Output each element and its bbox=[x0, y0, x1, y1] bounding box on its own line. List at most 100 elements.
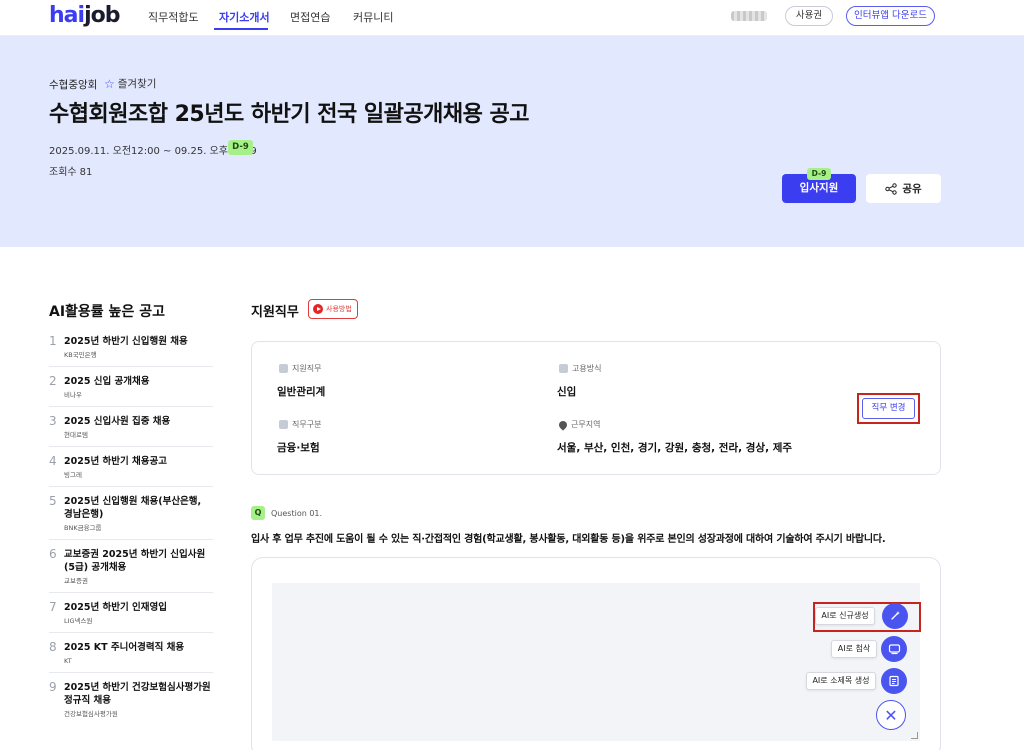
list-item-number: 4 bbox=[49, 454, 57, 468]
popular-postings-list: 1 2025년 하반기 신입행원 채용 KB국민은행 2 2025 신입 공개채용 비나… bbox=[49, 327, 213, 725]
list-item-number: 8 bbox=[49, 640, 57, 654]
section-title-applied-job: 지원직무 bbox=[251, 305, 299, 320]
star-icon: ☆ bbox=[104, 76, 115, 91]
magic-wand-icon bbox=[891, 611, 900, 620]
job-icon bbox=[279, 364, 288, 373]
question-number: Question 01. bbox=[271, 508, 323, 518]
list-item-number: 7 bbox=[49, 600, 57, 614]
ai-review-label[interactable]: AI로 첨삭 bbox=[831, 640, 877, 658]
d-day-badge: D-9 bbox=[228, 140, 253, 155]
top-navigation-bar: haijob 직무적합도 자기소개서 면접연습 커뮤니티 사용권 인터뷰앱 다운… bbox=[0, 0, 1024, 36]
list-item-title: 2025 신입 공개채용 bbox=[64, 376, 150, 387]
view-count: 조회수 81 bbox=[49, 163, 92, 178]
location-label-text: 근무지역 bbox=[571, 420, 601, 429]
list-item-title: 2025년 하반기 건강보험심사평가원 정규직 채용 bbox=[64, 682, 211, 706]
calendar-icon bbox=[559, 364, 568, 373]
category-field-value: 금융·보험 bbox=[277, 442, 320, 454]
category-label-text: 직무구분 bbox=[292, 420, 322, 429]
change-job-button[interactable]: 직무 변경 bbox=[862, 398, 915, 419]
list-item[interactable]: 3 2025 신입사원 집중 채용현대로템 bbox=[49, 407, 213, 447]
logo-text-job: job bbox=[84, 3, 120, 28]
list-item-title: 교보증권 2025년 하반기 신입사원(5급) 공개채용 bbox=[64, 549, 206, 573]
nav-cover-letter[interactable]: 자기소개서 bbox=[219, 9, 270, 25]
list-item-company: 빙그레 bbox=[64, 471, 82, 479]
category-field-label: 직무구분 bbox=[279, 419, 321, 430]
list-item-title: 2025년 신입행원 채용(부산은행, 경남은행) bbox=[64, 496, 202, 520]
list-item-company: 건강보험심사평가원 bbox=[64, 710, 118, 718]
list-item-title: 2025 KT 주니어경력직 채용 bbox=[64, 642, 185, 653]
location-pin-icon bbox=[557, 418, 569, 431]
job-field-value: 일반관리계 bbox=[277, 386, 326, 398]
list-item-company: KT bbox=[64, 657, 72, 665]
favorite-button[interactable]: ☆ 즐겨찾기 bbox=[104, 76, 156, 91]
location-field-label: 근무지역 bbox=[557, 418, 601, 431]
list-item[interactable]: 5 2025년 신입행원 채용(부산은행, 경남은행) BNK금융그룹 bbox=[49, 487, 213, 540]
answer-card: AI로 신규생성 AI로 첨삭 AI로 소제목 생성 ✕ bbox=[251, 557, 941, 750]
resize-handle-icon[interactable] bbox=[911, 732, 918, 739]
list-item-company: 현대로템 bbox=[64, 431, 88, 439]
ai-generate-label[interactable]: AI로 신규생성 bbox=[815, 607, 875, 625]
ai-subtitle-button[interactable] bbox=[881, 668, 907, 694]
list-item-company: 비나우 bbox=[64, 391, 82, 399]
list-item-number: 5 bbox=[49, 494, 57, 508]
document-icon bbox=[889, 675, 899, 687]
company-name[interactable]: 수협중앙회 bbox=[49, 77, 97, 92]
share-icon bbox=[885, 182, 898, 195]
list-item-number: 6 bbox=[49, 547, 57, 561]
job-field-label: 지원직무 bbox=[279, 363, 321, 374]
share-label: 공유 bbox=[902, 183, 922, 195]
list-item-title: 2025년 하반기 채용공고 bbox=[64, 456, 167, 467]
list-item[interactable]: 7 2025년 하반기 인재영입 LIG넥스원 bbox=[49, 593, 213, 633]
list-item-title: 2025 신입사원 집중 채용 bbox=[64, 416, 171, 427]
list-item-company: BNK금융그룹 bbox=[64, 524, 102, 532]
question-header: Q Question 01. bbox=[251, 506, 322, 520]
view-count-value: 81 bbox=[79, 167, 93, 178]
howto-button[interactable]: 사용방법 bbox=[308, 299, 358, 319]
question-badge: Q bbox=[251, 506, 265, 520]
posting-title: 수협회원조합 25년도 하반기 전국 일괄공개채용 공고 bbox=[49, 102, 529, 127]
view-count-label: 조회수 bbox=[49, 167, 77, 178]
list-item-title: 2025년 하반기 인재영입 bbox=[64, 602, 167, 613]
list-item-number: 9 bbox=[49, 680, 57, 694]
employment-field-label: 고용방식 bbox=[559, 363, 601, 374]
download-app-button[interactable]: 인터뷰앱 다운로드 bbox=[846, 6, 935, 26]
job-posting-hero: 수협중앙회 ☆ 즐겨찾기 수협회원조합 25년도 하반기 전국 일괄공개채용 공… bbox=[0, 36, 1024, 247]
list-item[interactable]: 2 2025 신입 공개채용비나우 bbox=[49, 367, 213, 407]
list-item[interactable]: 4 2025년 하반기 채용공고빙그레 bbox=[49, 447, 213, 487]
haijob-logo[interactable]: haijob bbox=[49, 3, 120, 28]
posting-period: 2025.09.11. 오전12:00 ~ 09.25. 오후11:59 bbox=[49, 146, 257, 157]
list-item-number: 2 bbox=[49, 374, 57, 388]
list-item[interactable]: 8 2025 KT 주니어경력직 채용 KT bbox=[49, 633, 213, 673]
ai-generate-button[interactable] bbox=[882, 603, 908, 629]
user-name-blurred[interactable] bbox=[731, 11, 767, 21]
person-icon bbox=[279, 420, 288, 429]
list-item-number: 1 bbox=[49, 334, 57, 348]
change-job-highlight: 직무 변경 bbox=[857, 393, 920, 424]
howto-label: 사용방법 bbox=[326, 305, 352, 313]
ai-review-button[interactable] bbox=[881, 636, 907, 662]
location-field-value: 서울, 부산, 인천, 경기, 강원, 충청, 전라, 경상, 제주 bbox=[557, 442, 793, 454]
close-ai-menu-button[interactable]: ✕ bbox=[876, 700, 906, 730]
list-item[interactable]: 6 교보증권 2025년 하반기 신입사원(5급) 공개채용교보증권 bbox=[49, 540, 213, 593]
youtube-play-icon bbox=[313, 304, 323, 314]
nav-community[interactable]: 커뮤니티 bbox=[353, 9, 393, 25]
active-nav-underline bbox=[214, 28, 268, 30]
list-item-company: LIG넥스원 bbox=[64, 617, 93, 625]
list-item-number: 3 bbox=[49, 414, 57, 428]
ai-subtitle-label[interactable]: AI로 소제목 생성 bbox=[806, 672, 876, 690]
list-item-company: 교보증권 bbox=[64, 577, 88, 585]
question-text: 입사 후 업무 추진에 도움이 될 수 있는 직·간접적인 경험(학교생활, 봉… bbox=[251, 534, 886, 545]
sidebar-title: AI활용률 높은 공고 bbox=[49, 304, 165, 320]
favorite-label: 즐겨찾기 bbox=[117, 78, 157, 90]
share-button[interactable]: 공유 bbox=[866, 174, 941, 203]
nav-job-fit[interactable]: 직무적합도 bbox=[148, 9, 199, 25]
logo-text-hai: hai bbox=[49, 3, 85, 28]
review-card-icon bbox=[888, 644, 900, 655]
usage-button[interactable]: 사용권 bbox=[785, 6, 833, 26]
list-item[interactable]: 1 2025년 하반기 신입행원 채용 KB국민은행 bbox=[49, 327, 213, 367]
employment-label-text: 고용방식 bbox=[572, 364, 602, 373]
list-item-title: 2025년 하반기 신입행원 채용 bbox=[64, 336, 188, 347]
close-icon: ✕ bbox=[884, 705, 898, 725]
nav-interview-practice[interactable]: 면접연습 bbox=[290, 9, 330, 25]
list-item[interactable]: 9 2025년 하반기 건강보험심사평가원 정규직 채용건강보험심사평가원 bbox=[49, 673, 213, 725]
